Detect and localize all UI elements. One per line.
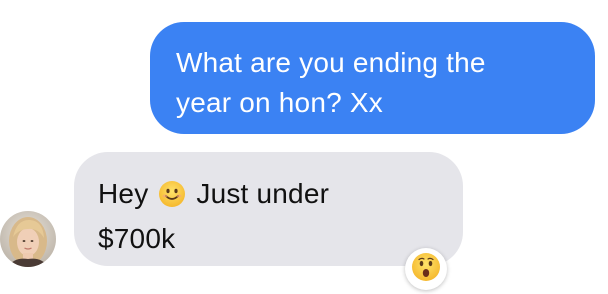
sent-message-bubble[interactable]: What are you ending the year on hon? Xx: [150, 22, 595, 134]
received-message-line: Hey Just under: [98, 174, 439, 219]
contact-avatar[interactable]: [0, 211, 56, 267]
received-text: Just under: [196, 178, 330, 209]
sent-message-line: year on hon? Xx: [176, 87, 383, 118]
reaction-badge[interactable]: [405, 248, 447, 290]
received-text: Hey: [98, 178, 149, 209]
sent-message-line: What are you ending the: [176, 47, 486, 78]
received-message-line: $700k: [98, 223, 176, 254]
avatar-photo: [0, 211, 56, 267]
message-thread: What are you ending the year on hon? Xx …: [0, 0, 608, 294]
astonished-face-icon: [411, 252, 441, 287]
smiling-face-icon: [158, 179, 186, 219]
received-message-bubble[interactable]: Hey Just under $700k: [74, 152, 463, 266]
